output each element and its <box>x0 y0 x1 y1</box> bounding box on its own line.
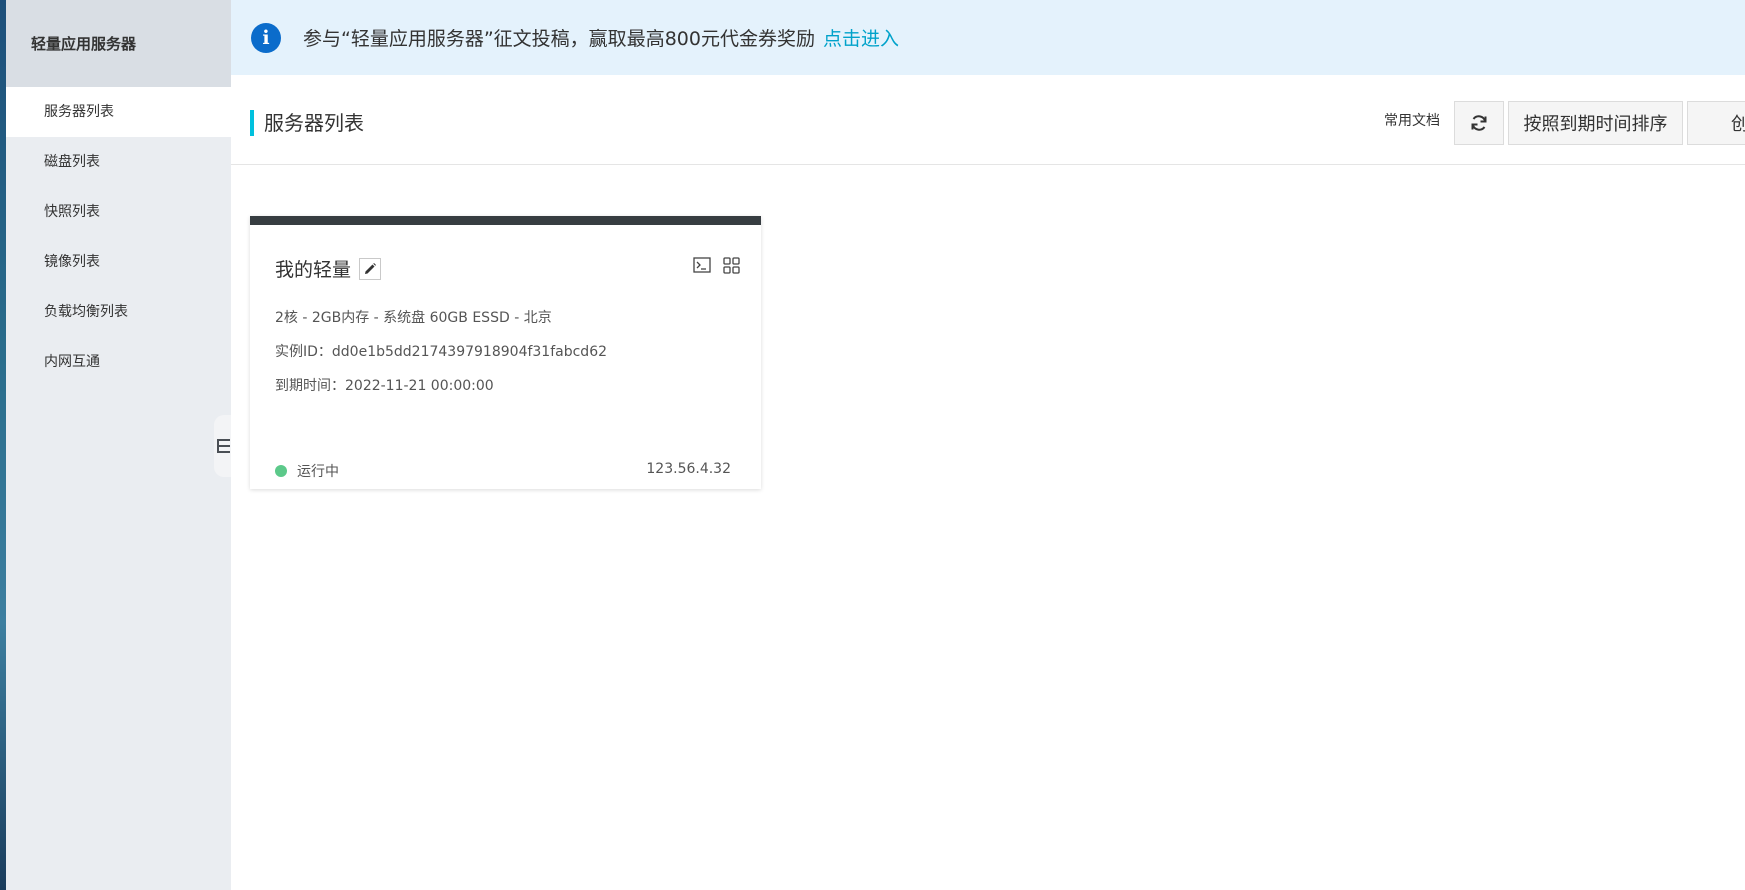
sidebar-collapse-button[interactable] <box>214 415 232 477</box>
sidebar-item-load-balancer-list[interactable]: 负载均衡列表 <box>6 287 231 337</box>
sidebar-item-intranet[interactable]: 内网互通 <box>6 337 231 387</box>
public-ip: 123.56.4.32 <box>646 461 731 477</box>
instance-id: 实例ID：dd0e1b5dd2174397918904f31fabcd62 <box>275 344 608 360</box>
sidebar-item-snapshot-list[interactable]: 快照列表 <box>6 187 231 237</box>
notice-link[interactable]: 点击进入 <box>823 24 899 51</box>
status-dot <box>275 465 287 477</box>
sidebar-title: 轻量应用服务器 <box>6 0 231 87</box>
create-button[interactable]: 创建 <box>1687 101 1745 145</box>
collapse-icon <box>216 439 230 453</box>
sidebar: 轻量应用服务器 服务器列表 磁盘列表 快照列表 镜像列表 负载均衡列表 内网互通 <box>6 0 231 890</box>
status: 运行中 <box>275 461 339 481</box>
server-card[interactable]: 我的轻量 2核 - 2GB内存 - 系统盘 60GB ESSD - 北京 实例I… <box>250 216 761 489</box>
notice-text: 参与“轻量应用服务器”征文投稿，赢取最高800元代金券奖励 <box>303 28 815 50</box>
sidebar-nav: 服务器列表 磁盘列表 快照列表 镜像列表 负载均衡列表 内网互通 <box>6 87 231 387</box>
server-name-text: 我的轻量 <box>275 259 352 281</box>
edit-name-button[interactable] <box>359 257 382 280</box>
status-text: 运行中 <box>297 464 339 480</box>
refresh-button[interactable] <box>1454 101 1504 145</box>
notice-banner: i 参与“轻量应用服务器”征文投稿，赢取最高800元代金券奖励 点击进入 <box>231 0 1745 75</box>
grid-icon[interactable] <box>721 255 741 275</box>
page-title: 服务器列表 <box>250 110 364 136</box>
expire-time: 到期时间：2022-11-21 00:00:00 <box>275 378 494 394</box>
main-content: i 参与“轻量应用服务器”征文投稿，赢取最高800元代金券奖励 点击进入 服务器… <box>231 0 1745 890</box>
server-name: 我的轻量 <box>275 255 382 282</box>
server-spec: 2核 - 2GB内存 - 系统盘 60GB ESSD - 北京 <box>275 310 552 326</box>
sidebar-item-disk-list[interactable]: 磁盘列表 <box>6 137 231 187</box>
page-header: 服务器列表 常用文档 按照到期时间排序 创建 <box>231 75 1745 165</box>
refresh-icon <box>1471 115 1487 131</box>
header-actions: 常用文档 按照到期时间排序 创建 <box>1384 101 1745 145</box>
docs-link[interactable]: 常用文档 <box>1384 110 1440 130</box>
pencil-icon <box>365 262 377 274</box>
sort-by-expiry-button[interactable]: 按照到期时间排序 <box>1508 101 1683 145</box>
sidebar-item-server-list[interactable]: 服务器列表 <box>6 87 231 137</box>
terminal-icon[interactable] <box>692 255 712 275</box>
info-icon: i <box>251 22 281 53</box>
card-action-icons <box>692 255 741 275</box>
sidebar-item-image-list[interactable]: 镜像列表 <box>6 237 231 287</box>
